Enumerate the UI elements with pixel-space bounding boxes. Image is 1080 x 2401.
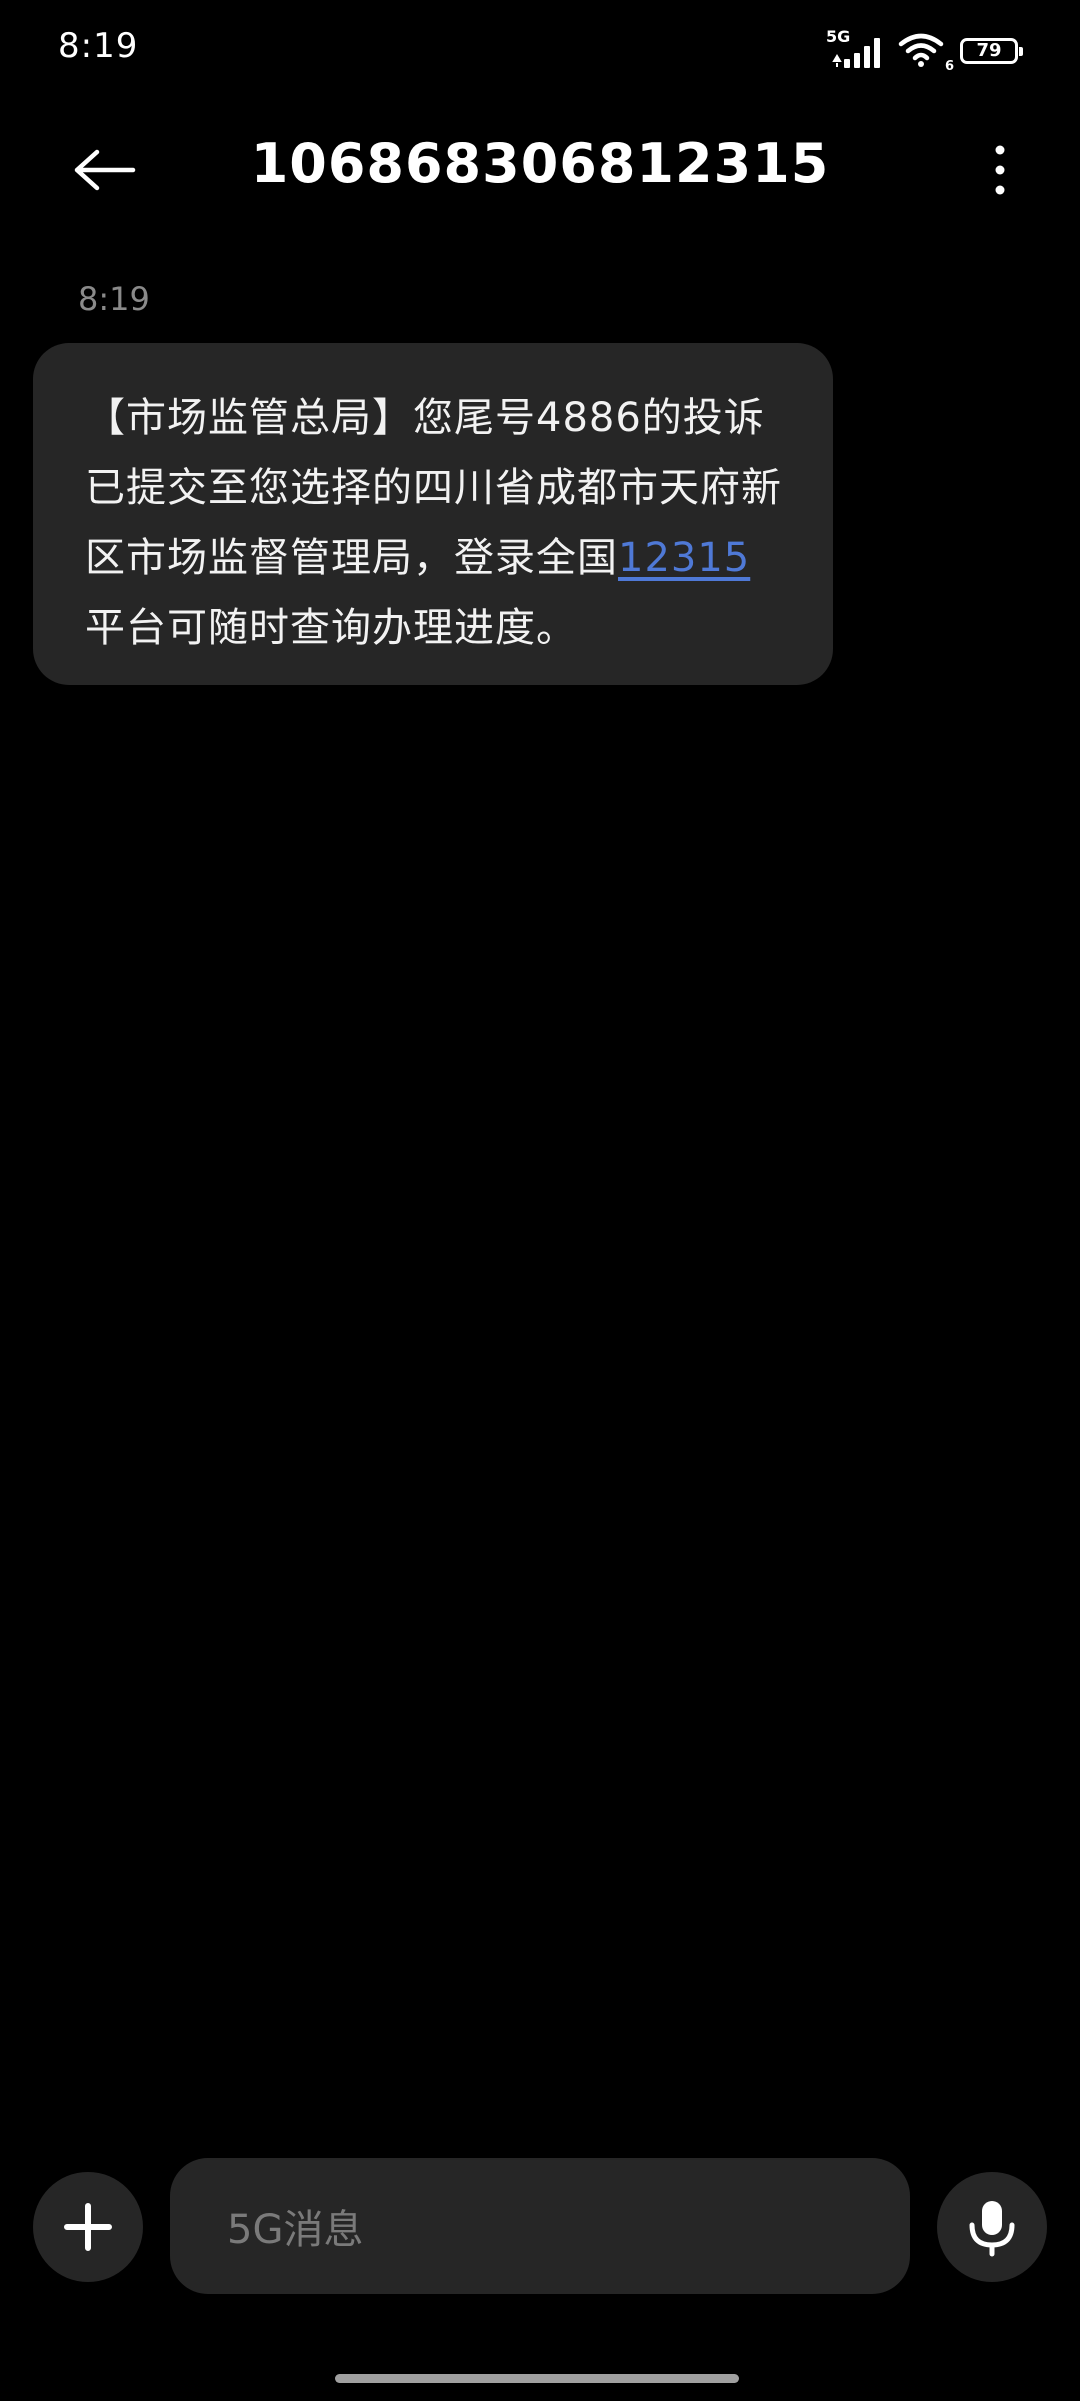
more-options-button[interactable] (970, 130, 1030, 210)
home-indicator[interactable] (335, 2374, 739, 2383)
message-input-placeholder: 5G消息 (227, 2207, 364, 2253)
message-input[interactable]: 5G消息 (170, 2158, 910, 2294)
battery-icon: 79 (960, 38, 1023, 64)
battery-level: 79 (976, 40, 1002, 61)
network-type-label: 5G (826, 27, 851, 46)
message-link[interactable]: 12315 (618, 535, 750, 581)
voice-input-button[interactable] (937, 2172, 1047, 2282)
wifi-icon (898, 33, 944, 67)
cellular-status: 5G (824, 27, 886, 69)
microphone-icon (969, 2201, 1015, 2257)
more-vertical-icon (995, 145, 1005, 195)
conversation-header: 106868306812315 (0, 110, 1080, 230)
contact-title: 106868306812315 (250, 132, 830, 195)
wifi-status: 6 (898, 32, 954, 74)
message-text: 【市场监管总局】您尾号4886的投诉已提交至您选择的四川省成都市天府新区市场监督… (85, 383, 783, 663)
add-attachment-button[interactable] (33, 2172, 143, 2282)
message-timestamp: 8:19 (78, 280, 150, 318)
plus-icon (64, 2203, 112, 2251)
message-bubble[interactable]: 【市场监管总局】您尾号4886的投诉已提交至您选择的四川省成都市天府新区市场监督… (33, 343, 833, 685)
status-bar: 8:19 5G 6 79 (0, 0, 1080, 100)
message-text-part: 平台可随时查询办理进度。 (85, 605, 577, 651)
wifi-badge: 6 (944, 59, 954, 74)
status-icons: 5G 6 79 (824, 27, 1023, 74)
status-time: 8:19 (58, 26, 139, 66)
